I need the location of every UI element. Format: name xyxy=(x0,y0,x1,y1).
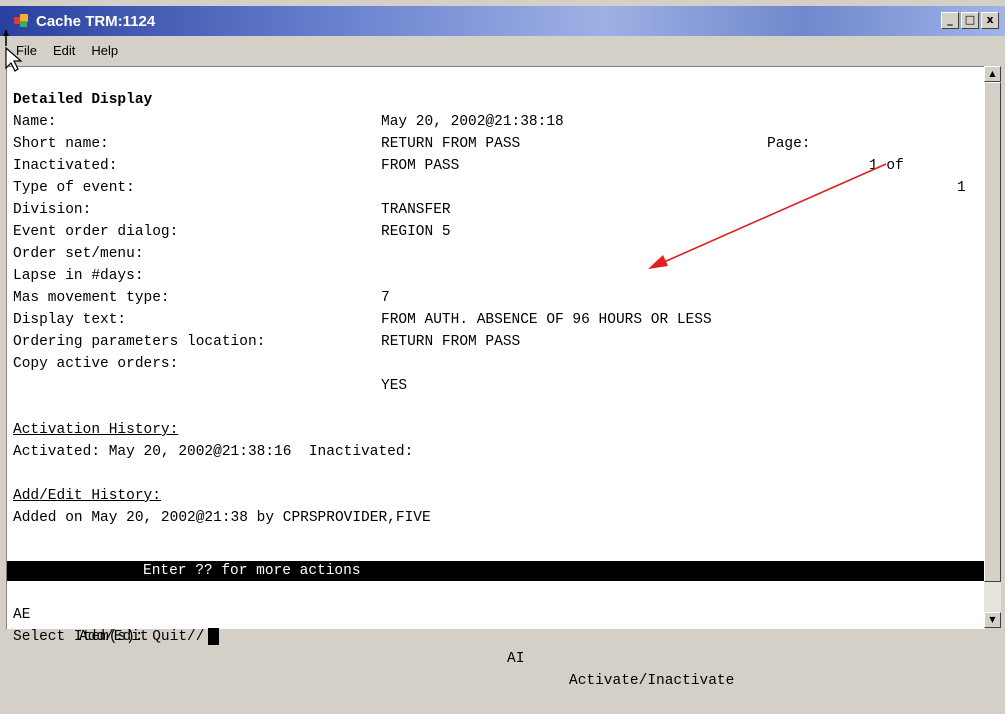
field-value: TRANSFER xyxy=(381,202,451,218)
field-value: REGION 5 xyxy=(381,224,451,240)
add-edit-history-heading-row: Add/Edit History: xyxy=(7,463,161,504)
field-row: Ordering parameters location: xyxy=(7,309,265,350)
maximize-button[interactable]: □ xyxy=(961,12,979,29)
cache-app-icon xyxy=(14,14,30,28)
text-cursor xyxy=(208,627,220,645)
page-current: 1 of xyxy=(869,158,904,174)
vertical-scrollbar[interactable]: ▲ ▼ xyxy=(984,66,1001,628)
close-button[interactable]: x xyxy=(981,12,999,29)
field-row: Lapse in #days: 7 xyxy=(7,243,390,306)
page-label: Page: xyxy=(767,136,811,152)
field-value: YES xyxy=(381,378,408,394)
field-row: Division: REGION 5 xyxy=(7,177,451,240)
actions-row: AE Add/Edit AI Activate/Inactivate xyxy=(7,582,985,689)
scroll-thumb[interactable] xyxy=(984,82,1001,582)
header-date: May 20, 2002@21:38:18 xyxy=(381,114,564,130)
page-total: 1 xyxy=(957,180,966,196)
header-row: Detailed Display May 20, 2002@21:38:18 P… xyxy=(7,67,985,196)
field-label: Copy active orders: xyxy=(13,356,179,372)
activation-history-row: Activated: May 20, 2002@21:38:16 Inactiv… xyxy=(7,419,413,460)
activation-history-line: Activated: May 20, 2002@21:38:16 Inactiv… xyxy=(13,444,414,460)
action-code-activate[interactable]: AI xyxy=(507,648,524,670)
field-row: Order set/menu: xyxy=(7,221,144,262)
minimize-button[interactable]: _ xyxy=(941,12,959,29)
prompt-text: Select Item(s): Quit// xyxy=(13,629,205,645)
field-row: Name: RETURN FROM PASS xyxy=(7,89,520,152)
command-prompt[interactable]: Select Item(s): Quit// xyxy=(13,626,220,648)
scroll-down-icon[interactable]: ▼ xyxy=(984,612,1001,628)
field-row: Copy active orders: YES xyxy=(7,331,407,394)
action-label-activate[interactable]: Activate/Inactivate xyxy=(569,670,734,692)
field-value: RETURN FROM PASS xyxy=(381,136,521,152)
terminal-screen[interactable]: Detailed Display May 20, 2002@21:38:18 P… xyxy=(6,66,985,689)
status-bar: Enter ?? for more actions xyxy=(7,561,985,581)
activation-history-heading-row: Activation History: xyxy=(7,397,178,438)
add-edit-history-row: Added on May 20, 2002@21:38 by CPRSPROVI… xyxy=(7,485,431,526)
prompt-row[interactable]: Select Item(s): Quit// xyxy=(7,604,220,645)
field-row: Inactivated: xyxy=(7,133,117,174)
field-row: Type of event: TRANSFER xyxy=(7,155,451,218)
menu-help[interactable]: Help xyxy=(83,43,126,58)
terminal-window: Cache TRM:1124 _ □ x File Edit Help Deta… xyxy=(0,0,1005,689)
field-value: 7 xyxy=(381,290,390,306)
window-controls: _ □ x xyxy=(941,12,999,29)
field-row: Mas movement type: FROM AUTH. ABSENCE OF… xyxy=(7,265,712,328)
field-row: Display text: RETURN FROM PASS xyxy=(7,287,520,350)
field-value: RETURN FROM PASS xyxy=(381,334,521,350)
menu-bar: File Edit Help xyxy=(0,38,1005,62)
title-bar[interactable]: Cache TRM:1124 _ □ x xyxy=(0,6,1005,36)
field-value: FROM PASS xyxy=(381,158,460,174)
window-title: Cache TRM:1124 xyxy=(36,12,156,30)
add-edit-history-line: Added on May 20, 2002@21:38 by CPRSPROVI… xyxy=(13,510,431,526)
status-bar-text: Enter ?? for more actions xyxy=(143,563,361,579)
mouse-pointer-icon xyxy=(3,30,23,72)
field-row: Short name: FROM PASS xyxy=(7,111,459,174)
scroll-up-icon[interactable]: ▲ xyxy=(984,66,1001,82)
field-value: FROM AUTH. ABSENCE OF 96 HOURS OR LESS xyxy=(381,312,712,328)
field-row: Event order dialog: xyxy=(7,199,178,240)
menu-edit[interactable]: Edit xyxy=(45,43,83,58)
